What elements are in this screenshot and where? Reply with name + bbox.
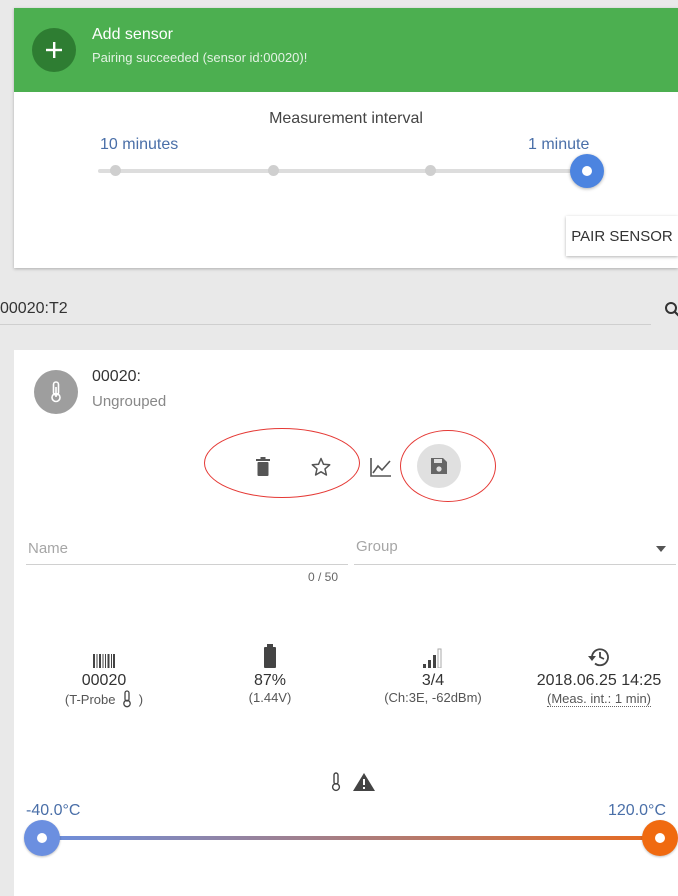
serial-info: 00020 (T-Probe ) bbox=[44, 642, 164, 708]
group-field-underline bbox=[354, 564, 676, 565]
group-select[interactable]: Group bbox=[356, 538, 398, 555]
search-input[interactable]: 00020:T2 bbox=[0, 300, 68, 318]
signal-details: (Ch:3E, -62dBm) bbox=[384, 690, 482, 705]
line-chart-icon bbox=[370, 458, 391, 477]
sensor-group: Ungrouped bbox=[92, 393, 167, 410]
thermometer-icon bbox=[331, 772, 341, 792]
banner-subtitle: Pairing succeeded (sensor id:00020)! bbox=[92, 50, 308, 65]
warning-icon bbox=[353, 773, 375, 791]
save-button[interactable] bbox=[417, 444, 461, 488]
battery-icon bbox=[264, 644, 276, 668]
battery-voltage: (1.44V) bbox=[248, 690, 292, 705]
slider-tick[interactable] bbox=[425, 165, 436, 176]
chart-button[interactable] bbox=[368, 454, 394, 480]
signal-value: 3/4 bbox=[421, 672, 445, 689]
last-seen-value: 2018.06.25 14:25 bbox=[536, 672, 662, 689]
plus-icon bbox=[46, 42, 62, 58]
alarm-min-label: -40.0°C bbox=[26, 802, 81, 819]
star-outline-icon bbox=[311, 457, 331, 476]
success-banner: Add sensor Pairing succeeded (sensor id:… bbox=[14, 8, 678, 92]
sensor-avatar bbox=[34, 370, 78, 414]
signal-icon bbox=[423, 648, 442, 668]
battery-info: 87% (1.44V) bbox=[210, 642, 330, 705]
barcode-icon bbox=[93, 654, 115, 668]
interval-title: Measurement interval bbox=[269, 110, 423, 127]
probe-type-close: ) bbox=[138, 692, 144, 707]
add-sensor-button[interactable] bbox=[32, 28, 76, 72]
trash-icon bbox=[256, 457, 270, 476]
interval-slider-track[interactable] bbox=[98, 169, 588, 173]
pair-sensor-button[interactable]: PAIR SENSOR bbox=[566, 216, 678, 256]
last-seen-info: 2018.06.25 14:25 (Meas. int.: 1 min) bbox=[524, 642, 674, 708]
alarm-max-thumb[interactable] bbox=[642, 820, 678, 856]
delete-button[interactable] bbox=[250, 454, 276, 480]
thermometer-icon bbox=[51, 381, 61, 403]
interval-max-label: 1 minute bbox=[528, 136, 590, 153]
probe-type: (T-Probe ) bbox=[44, 690, 164, 708]
floppy-disk-icon bbox=[431, 458, 447, 474]
chevron-down-icon[interactable] bbox=[656, 546, 666, 552]
history-icon bbox=[588, 648, 609, 667]
name-field[interactable]: Name bbox=[28, 540, 68, 557]
measurement-interval-note: (Meas. int.: 1 min) bbox=[546, 691, 652, 707]
battery-value: 87% bbox=[253, 672, 287, 689]
thermometer-icon bbox=[123, 690, 131, 708]
add-sensor-card: Add sensor Pairing succeeded (sensor id:… bbox=[14, 8, 678, 268]
alarm-header bbox=[330, 772, 376, 792]
name-char-counter: 0 / 50 bbox=[308, 570, 339, 584]
probe-type-label: (T-Probe bbox=[64, 692, 116, 707]
sensor-id: 00020: bbox=[92, 368, 141, 385]
favorite-button[interactable] bbox=[308, 454, 334, 480]
interval-min-label: 10 minutes bbox=[100, 136, 179, 153]
annotation-ellipse bbox=[204, 428, 360, 498]
sensor-card: 00020: Ungrouped Name 0 / 50 Group 00020… bbox=[14, 350, 678, 896]
alarm-max-label: 120.0°C bbox=[608, 802, 666, 819]
search-icon[interactable] bbox=[664, 301, 678, 319]
name-field-underline bbox=[26, 564, 348, 565]
alarm-min-thumb[interactable] bbox=[24, 820, 60, 856]
banner-title: Add sensor bbox=[92, 26, 173, 43]
signal-info: 3/4 (Ch:3E, -62dBm) bbox=[368, 642, 498, 705]
alarm-range-track[interactable] bbox=[40, 836, 660, 840]
slider-tick[interactable] bbox=[110, 165, 121, 176]
interval-slider-thumb[interactable] bbox=[570, 154, 604, 188]
search-underline bbox=[0, 324, 651, 325]
slider-tick[interactable] bbox=[268, 165, 279, 176]
serial-value: 00020 bbox=[81, 672, 127, 689]
